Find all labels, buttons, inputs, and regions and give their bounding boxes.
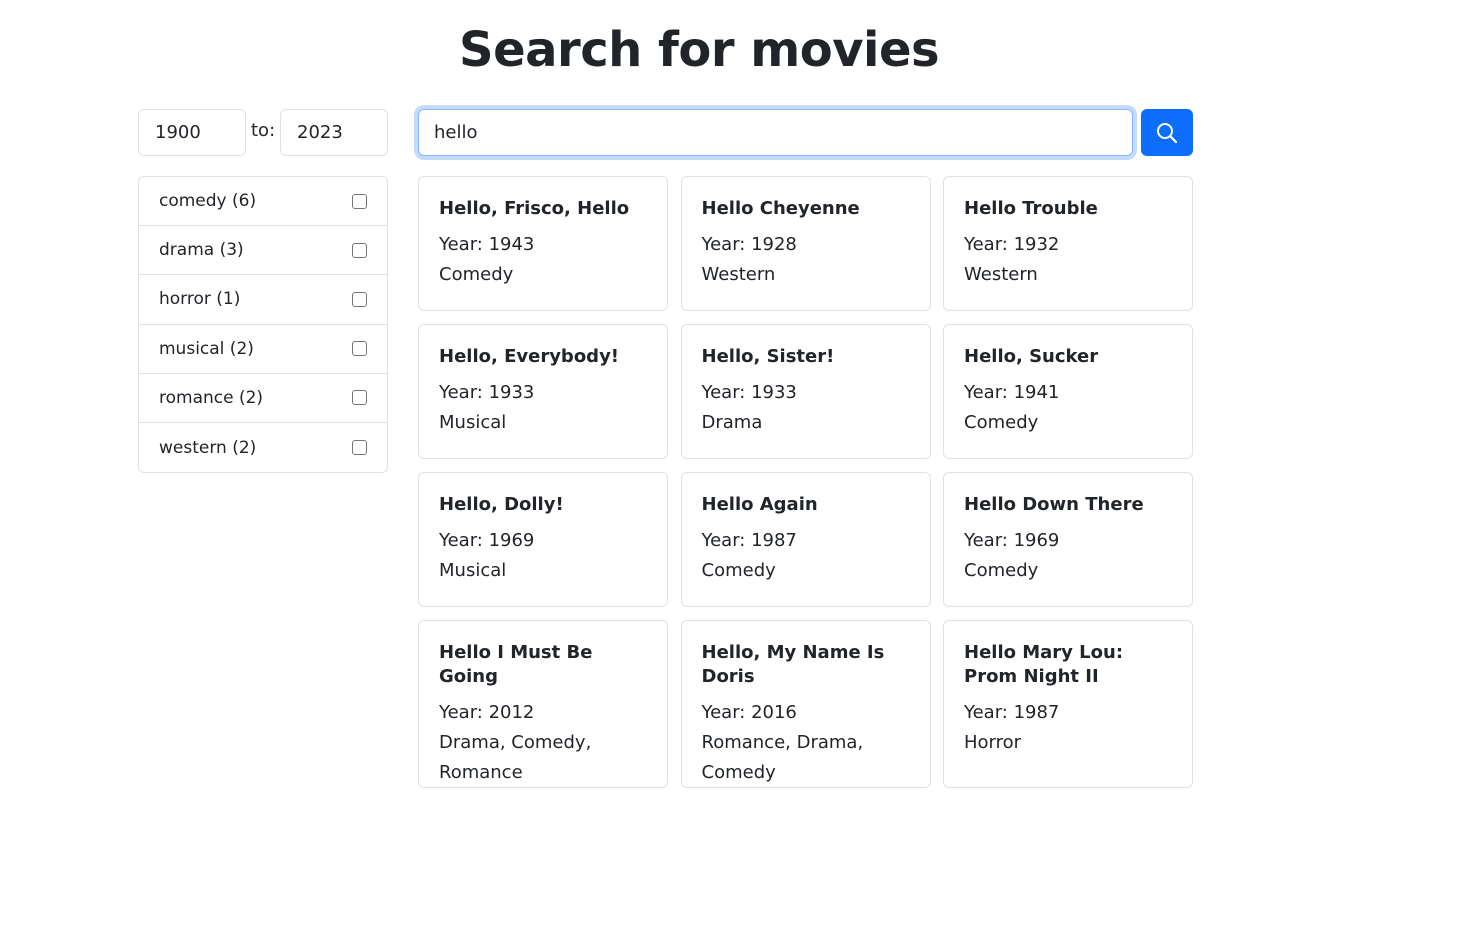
movie-year: Year: 1928 [701,234,797,255]
genre-label: musical (2) [159,338,254,359]
movie-genres: Romance, Drama, Comedy [701,732,864,783]
movie-card[interactable]: Hello I Must Be Going Year: 2012 Drama, … [418,620,668,788]
movie-card[interactable]: Hello, Sucker Year: 1941 Comedy [943,324,1193,459]
movie-year: Year: 1933 [701,382,797,403]
movie-title: Hello Again [701,494,818,515]
movie-card[interactable]: Hello Cheyenne Year: 1928 Western [680,176,931,311]
movie-year: Year: 1987 [964,702,1060,723]
movie-year: Year: 1987 [701,530,797,551]
movie-genres: Western [964,264,1038,285]
genre-checkbox[interactable] [352,291,367,307]
genre-item-horror[interactable]: horror (1) [139,275,387,325]
genre-item-drama[interactable]: drama (3) [139,226,387,276]
search-input[interactable] [418,109,1133,156]
movie-year: Year: 1969 [964,530,1060,551]
movie-title: Hello Trouble [964,198,1098,219]
movie-genres: Musical [439,560,507,581]
genre-checkbox[interactable] [352,440,367,456]
page-title: Search for movies [459,22,940,78]
genre-item-musical[interactable]: musical (2) [139,325,387,374]
genre-item-comedy[interactable]: comedy (6) [139,177,387,227]
movie-genres: Comedy [964,560,1039,581]
search-button[interactable] [1141,109,1193,156]
movie-title: Hello, My Name Is Doris [701,642,885,687]
movie-genres: Comedy [439,264,514,285]
movie-title: Hello, Sucker [964,346,1099,367]
genre-label: romance (2) [159,387,264,408]
movie-genres: Comedy [964,412,1039,433]
movie-card[interactable]: Hello Mary Lou: Prom Night II Year: 1987… [943,620,1193,788]
movie-year: Year: 1969 [439,530,535,551]
genre-checkbox[interactable] [352,390,367,406]
movie-title: Hello, Sister! [701,346,835,367]
movie-card[interactable]: Hello, My Name Is Doris Year: 2016 Roman… [680,620,931,788]
movie-year: Year: 1941 [964,382,1060,403]
movie-genres: Drama, Comedy, Romance [439,732,592,783]
genre-item-western[interactable]: western (2) [139,423,387,472]
genre-label: horror (1) [159,289,241,310]
movie-title: Hello I Must Be Going [439,642,593,687]
movie-card[interactable]: Hello Trouble Year: 1932 Western [943,176,1193,311]
movie-card[interactable]: Hello Down There Year: 1969 Comedy [943,472,1193,607]
genre-checkbox[interactable] [352,193,367,209]
movie-year: Year: 2012 [439,702,535,723]
movie-year: Year: 1933 [439,382,535,403]
genre-filter-list: comedy (6) drama (3) horror (1) musical … [138,176,388,474]
movie-card[interactable]: Hello, Frisco, Hello Year: 1943 Comedy [418,176,668,311]
movie-year: Year: 1943 [439,234,535,255]
movie-year: Year: 2016 [701,702,797,723]
movie-card[interactable]: Hello Again Year: 1987 Comedy [680,472,931,607]
movie-title: Hello, Dolly! [439,494,564,515]
year-to-label: to: [251,120,276,141]
genre-checkbox[interactable] [352,242,367,258]
year-from-input[interactable] [138,109,246,156]
movie-title: Hello Mary Lou: Prom Night II [964,642,1124,687]
results-grid: Hello, Frisco, Hello Year: 1943 Comedy H… [418,176,1193,788]
movie-card[interactable]: Hello, Dolly! Year: 1969 Musical [418,472,668,607]
movie-genres: Musical [439,412,507,433]
year-to-input[interactable] [280,109,388,156]
movie-genres: Horror [964,732,1022,753]
genre-label: comedy (6) [159,191,257,212]
search-icon [1157,122,1178,143]
movie-genres: Comedy [701,560,776,581]
genre-label: drama (3) [159,240,244,261]
movie-title: Hello Cheyenne [701,198,860,219]
genre-label: western (2) [159,437,257,458]
movie-genres: Western [701,264,776,285]
movie-title: Hello, Frisco, Hello [439,198,630,219]
movie-card[interactable]: Hello, Sister! Year: 1933 Drama [680,324,931,459]
movie-title: Hello, Everybody! [439,346,620,367]
movie-genres: Drama [701,412,763,433]
genre-item-romance[interactable]: romance (2) [139,374,387,423]
movie-year: Year: 1932 [964,234,1060,255]
movie-card[interactable]: Hello, Everybody! Year: 1933 Musical [418,324,668,459]
genre-checkbox[interactable] [352,341,367,357]
movie-title: Hello Down There [964,494,1144,515]
